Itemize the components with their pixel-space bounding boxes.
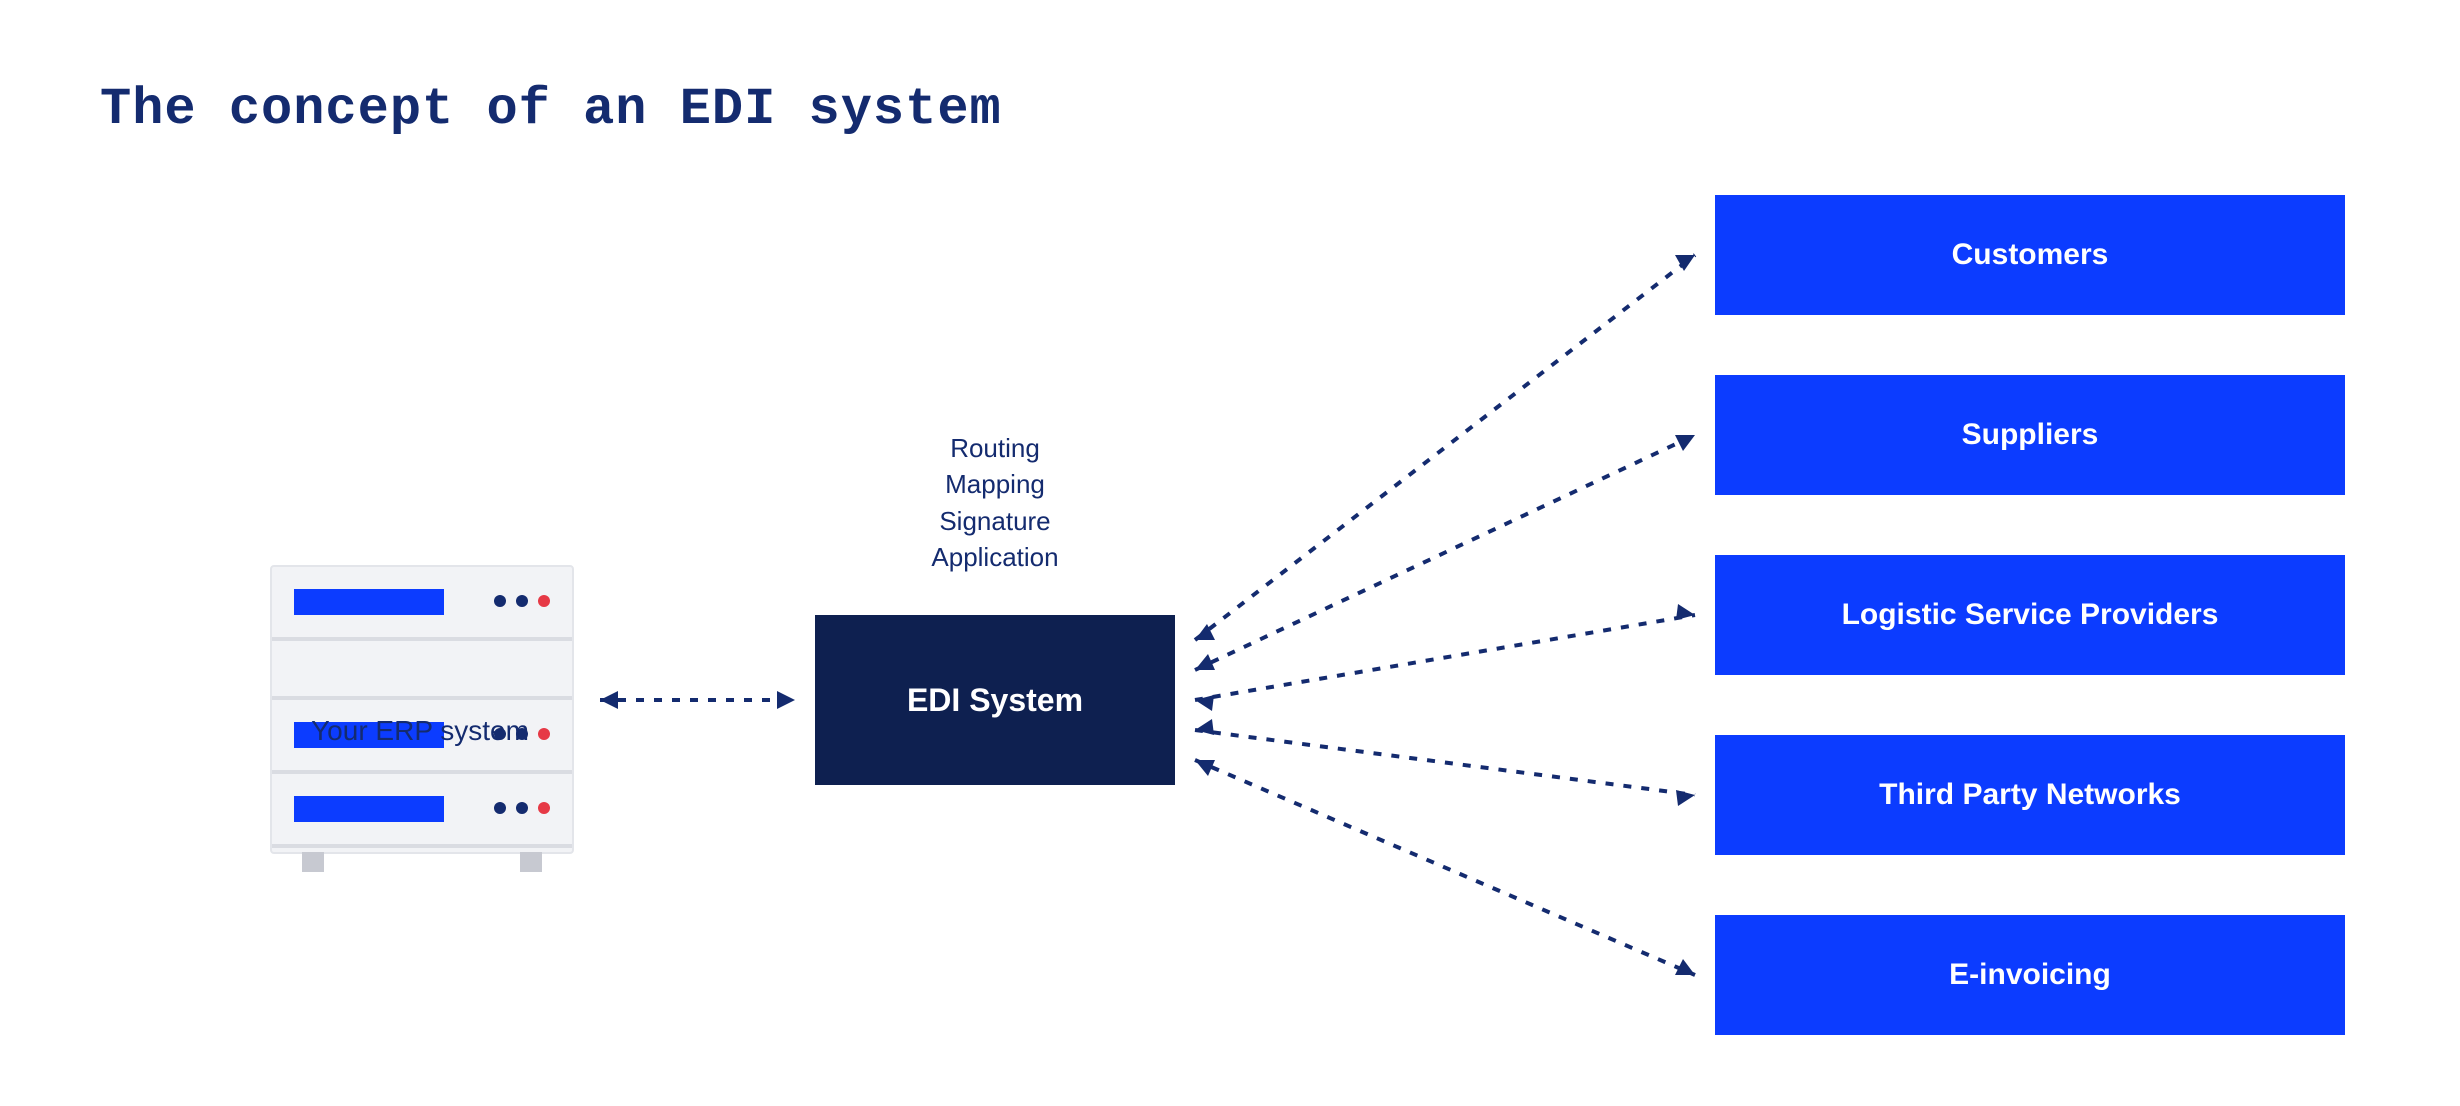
partner-list: Customers Suppliers Logistic Service Pro… xyxy=(1715,195,2345,1035)
partner-label: Third Party Networks xyxy=(1879,778,2181,812)
edi-meta-item: Application xyxy=(815,539,1175,575)
diagram-title: The concept of an EDI system xyxy=(100,80,1002,139)
partner-box-logistic: Logistic Service Providers xyxy=(1715,555,2345,675)
arrow-edi-networks xyxy=(1195,719,1695,806)
partner-label: Suppliers xyxy=(1962,418,2099,452)
partner-label: Logistic Service Providers xyxy=(1842,598,2219,632)
partner-label: E-invoicing xyxy=(1949,958,2111,992)
arrow-edi-einvoicing xyxy=(1195,760,1695,975)
partner-box-customers: Customers xyxy=(1715,195,2345,315)
edi-system-box: EDI System xyxy=(815,615,1175,785)
partner-label: Customers xyxy=(1952,238,2109,272)
server-icon xyxy=(270,565,574,854)
partner-box-suppliers: Suppliers xyxy=(1715,375,2345,495)
edi-meta-item: Routing xyxy=(815,430,1175,466)
arrow-edi-logistic xyxy=(1195,604,1695,711)
erp-system-block: Your ERP system xyxy=(270,565,570,850)
partner-box-einvoicing: E-invoicing xyxy=(1715,915,2345,1035)
edi-meta-list: Routing Mapping Signature Application xyxy=(815,430,1175,576)
edi-meta-item: Signature xyxy=(815,503,1175,539)
arrow-edi-suppliers xyxy=(1195,435,1695,670)
edi-meta-item: Mapping xyxy=(815,466,1175,502)
arrow-edi-customers xyxy=(1195,255,1695,640)
edi-label: EDI System xyxy=(907,682,1083,719)
arrow-erp-edi xyxy=(600,691,795,709)
partner-box-networks: Third Party Networks xyxy=(1715,735,2345,855)
erp-label: Your ERP system xyxy=(270,715,570,747)
